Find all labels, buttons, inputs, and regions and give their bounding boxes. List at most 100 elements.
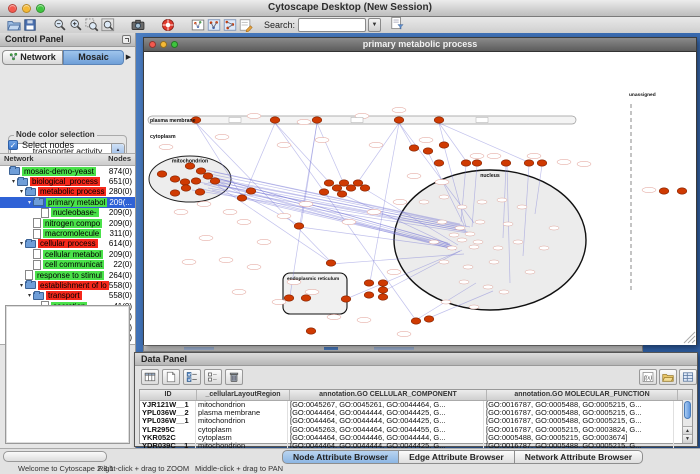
birdseye-icon[interactable]: [190, 18, 206, 32]
table-cell[interactable]: [GO:0016787, GO:0005488, GO:0005215, G..…: [484, 417, 674, 425]
zoom-in-icon[interactable]: [68, 18, 84, 32]
column-header-3[interactable]: annotation.GO MOLECULAR_FUNCTION: [487, 390, 678, 400]
birdseye-view[interactable]: [5, 305, 130, 444]
gene-node[interactable]: [472, 160, 482, 166]
gene-node[interactable]: [411, 318, 421, 324]
tree-row-response-to-stimul[interactable]: response to stimul264(0): [0, 270, 135, 280]
tab-mosaic[interactable]: Mosaic: [63, 50, 124, 65]
resize-grip-icon[interactable]: [688, 336, 695, 343]
table-scrollbar[interactable]: ▲ ▼: [682, 400, 692, 443]
table-cell[interactable]: [GO:0016787, GO:0005215, GO:0003824, G..…: [484, 426, 674, 434]
disclosure-triangle-icon[interactable]: ▾: [26, 199, 33, 206]
attribute-table-header[interactable]: ID_cellularLayoutRegionannotation.GO CEL…: [140, 390, 692, 401]
delete-attribute-icon[interactable]: [225, 369, 243, 385]
gene-node[interactable]: [364, 292, 374, 298]
gene-node[interactable]: [423, 148, 433, 154]
gene-node[interactable]: [677, 188, 687, 194]
gene-node[interactable]: [332, 185, 342, 191]
gene-node[interactable]: [364, 280, 374, 286]
tree-row-cellular-process[interactable]: ▾cellular process614(0): [0, 239, 135, 249]
gene-node[interactable]: [157, 171, 167, 177]
select-columns-icon[interactable]: [141, 369, 159, 385]
scroll-down-icon[interactable]: ▼: [683, 434, 692, 443]
edge[interactable]: [215, 184, 330, 262]
tree-row-mosaic-demo-yeast[interactable]: mosaic-demo-yeast874(0): [0, 166, 135, 176]
gene-node[interactable]: [346, 185, 356, 191]
unselect-attributes-icon[interactable]: [204, 369, 222, 385]
gene-node[interactable]: [378, 294, 388, 300]
gene-node[interactable]: [210, 178, 220, 184]
disclosure-triangle-icon[interactable]: ▾: [18, 282, 25, 289]
gene-node[interactable]: [312, 117, 322, 123]
import-attributes-icon[interactable]: [659, 369, 677, 385]
tree-row-nucleobase-[interactable]: nucleobase-209(0): [0, 208, 135, 218]
table-cell[interactable]: YPL036W__2: [140, 409, 196, 417]
table-row[interactable]: YKR052Ccytoplasm[GO:0044464, GO:0044446,…: [140, 434, 692, 442]
function-builder-icon[interactable]: f(x): [639, 369, 657, 385]
gene-node[interactable]: [180, 179, 190, 185]
gene-node[interactable]: [537, 160, 547, 166]
gene-node[interactable]: [434, 117, 444, 123]
table-cell[interactable]: [GO:0044464, GO:0044446, GO:0044444, G..…: [288, 434, 484, 442]
edge[interactable]: [244, 123, 275, 196]
tree-row-primary-metabol[interactable]: ▾primary metabol209(...: [0, 197, 135, 207]
table-cell[interactable]: [GO:0045267, GO:0045261, GO:0044464, G..…: [288, 401, 484, 409]
open-icon[interactable]: [6, 18, 22, 32]
tree-row-biological-process[interactable]: ▾biological_process651(0): [0, 176, 135, 186]
layout-network-icon[interactable]: [222, 18, 238, 32]
tree-row-cell-communicat[interactable]: cell communicat22(0): [0, 260, 135, 270]
tree-row-macromolecule[interactable]: macromolecule311(0): [0, 228, 135, 238]
edge[interactable]: [358, 123, 399, 182]
tab-node-attribute-browser[interactable]: Node Attribute Browser: [282, 450, 399, 464]
zoom-out-icon[interactable]: [52, 18, 68, 32]
gene-node[interactable]: [237, 195, 247, 201]
gene-node[interactable]: [378, 280, 388, 286]
search-dropdown-icon[interactable]: ▼: [368, 18, 381, 32]
gene-node[interactable]: [394, 117, 404, 123]
column-header-0[interactable]: ID: [140, 390, 197, 400]
table-cell[interactable]: YJR121W__1: [140, 401, 196, 409]
gene-node[interactable]: [501, 160, 511, 166]
background-window-strip[interactable]: [143, 345, 643, 352]
table-cell[interactable]: [GO:0045263, GO:0044464, GO:0044455, G..…: [288, 426, 484, 434]
resize-grip-icon[interactable]: [692, 340, 695, 343]
gene-node[interactable]: [337, 191, 347, 197]
gene-node[interactable]: [461, 160, 471, 166]
column-header-2[interactable]: annotation.GO CELLULAR_COMPONENT: [290, 390, 487, 400]
attribute-matrix-icon[interactable]: [679, 369, 697, 385]
search-options-icon[interactable]: [389, 16, 405, 30]
gene-node[interactable]: [339, 180, 349, 186]
zoom-selected-icon[interactable]: [84, 18, 100, 32]
tab-overflow-arrow[interactable]: ▶: [124, 53, 133, 61]
gene-node[interactable]: [181, 185, 191, 191]
gene-node[interactable]: [191, 178, 201, 184]
gene-node[interactable]: [378, 287, 388, 293]
control-panel-header[interactable]: Control Panel: [0, 33, 135, 47]
table-cell[interactable]: mitochondrion: [196, 417, 288, 425]
gene-node[interactable]: [524, 160, 534, 166]
gene-node[interactable]: [284, 295, 294, 301]
table-row[interactable]: YPL036W__2plasma membrane[GO:0044464, GO…: [140, 409, 692, 417]
gene-node[interactable]: [324, 180, 334, 186]
gene-node[interactable]: [306, 328, 316, 334]
gene-node[interactable]: [424, 316, 434, 322]
tree-row-establishment-of-lo[interactable]: ▾establishment of lo558(0): [0, 280, 135, 290]
tree-row-nitrogen-compo[interactable]: nitrogen compo209(0): [0, 218, 135, 228]
tab-edge-attribute-browser[interactable]: Edge Attribute Browser: [399, 450, 515, 464]
scrollbar-thumb[interactable]: [684, 401, 691, 419]
gene-node[interactable]: [170, 190, 180, 196]
tree-row-transport[interactable]: ▾transport558(0): [0, 291, 135, 301]
column-header-1[interactable]: _cellularLayoutRegion: [197, 390, 290, 400]
table-cell[interactable]: cytoplasm: [196, 434, 288, 442]
gene-node[interactable]: [353, 180, 363, 186]
disclosure-triangle-icon[interactable]: ▾: [10, 178, 17, 185]
save-icon[interactable]: [22, 18, 38, 32]
gene-node[interactable]: [170, 176, 180, 182]
annotation-icon[interactable]: [238, 18, 254, 32]
gene-node[interactable]: [326, 260, 336, 266]
gene-node[interactable]: [409, 145, 419, 151]
table-cell[interactable]: [GO:0005488, GO:0005215, GO:0003674]: [484, 434, 674, 442]
app-titlebar[interactable]: Cytoscape Desktop (New Session): [0, 0, 700, 17]
disclosure-triangle-icon[interactable]: ▾: [18, 188, 25, 195]
table-cell[interactable]: [GO:0044464, GO:0044444, GO:0044425, G..…: [288, 417, 484, 425]
